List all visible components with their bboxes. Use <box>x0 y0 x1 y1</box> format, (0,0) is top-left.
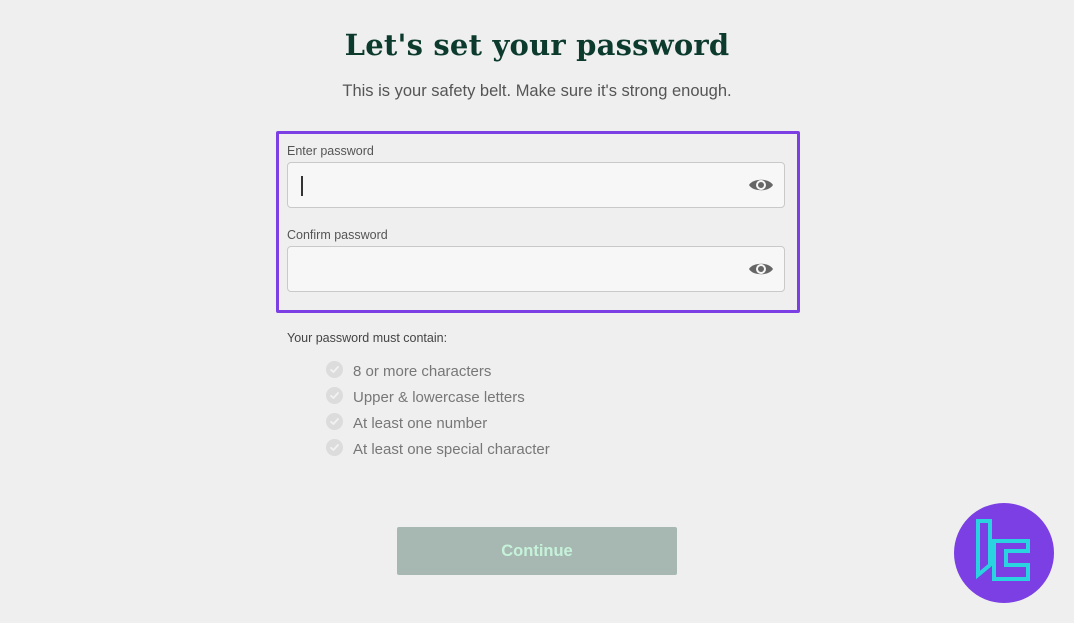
eye-icon[interactable] <box>748 259 774 279</box>
continue-button[interactable]: Continue <box>397 527 677 575</box>
requirement-item: At least one special character <box>326 436 550 462</box>
requirement-label: At least one special character <box>353 440 550 458</box>
requirement-label: At least one number <box>353 414 488 432</box>
text-cursor <box>301 176 303 196</box>
password-input[interactable] <box>300 163 740 207</box>
requirements-heading: Your password must contain: <box>287 331 448 345</box>
requirement-item: 8 or more characters <box>326 358 550 384</box>
page-subtitle: This is your safety belt. Make sure it's… <box>342 82 732 100</box>
password-label: Enter password <box>287 144 374 158</box>
check-circle-icon <box>326 386 343 404</box>
tradingfinder-logo-icon <box>954 503 1054 603</box>
page-title: Let's set your password <box>344 28 730 62</box>
requirements-list: 8 or more characters Upper & lowercase l… <box>326 358 550 462</box>
password-field[interactable] <box>287 162 785 208</box>
check-circle-icon <box>326 360 343 378</box>
requirement-item: At least one number <box>326 410 550 436</box>
requirement-label: 8 or more characters <box>353 362 492 380</box>
confirm-password-field[interactable] <box>287 246 785 292</box>
confirm-password-input[interactable] <box>300 247 740 291</box>
requirement-item: Upper & lowercase letters <box>326 384 550 410</box>
check-circle-icon <box>326 412 343 430</box>
confirm-password-label: Confirm password <box>287 228 388 242</box>
eye-icon[interactable] <box>748 175 774 195</box>
check-circle-icon <box>326 438 343 456</box>
requirement-label: Upper & lowercase letters <box>353 388 525 406</box>
